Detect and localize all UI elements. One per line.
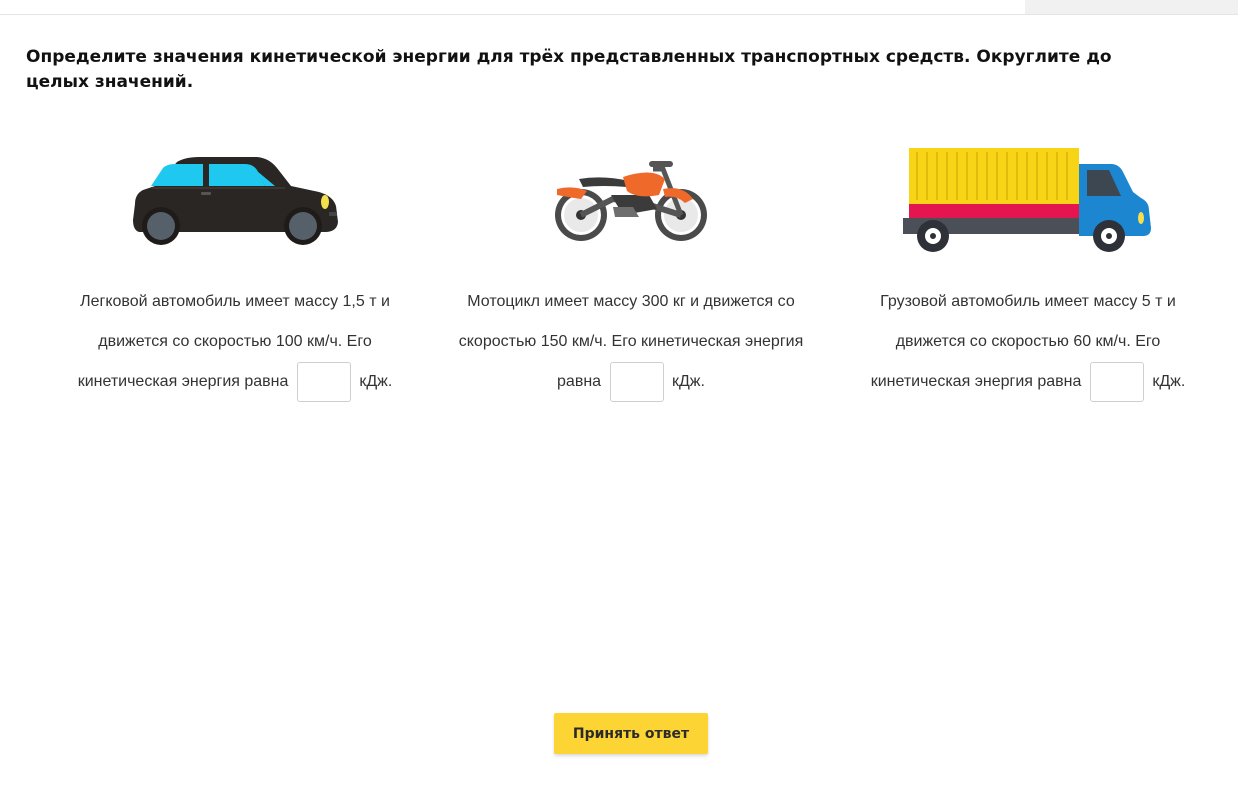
submit-answer-button[interactable]: Принять ответ <box>554 713 708 754</box>
car-image <box>62 140 408 260</box>
card-car-unit: кДж. <box>359 373 393 391</box>
card-motorcycle-text: Мотоцикл имеет массу 300 кг и движется с… <box>440 282 822 402</box>
car-icon <box>133 157 338 245</box>
motorcycle-icon <box>555 161 707 241</box>
card-motorcycle: Мотоцикл имеет массу 300 кг и движется с… <box>440 140 822 402</box>
top-bar-panel <box>1025 0 1238 14</box>
motorcycle-image <box>440 140 822 260</box>
card-motorcycle-unit: кДж. <box>671 373 705 391</box>
card-truck-text: Грузовой автомобиль имеет массу 5 т и дв… <box>862 282 1194 402</box>
card-truck-unit: кДж. <box>1152 373 1186 391</box>
top-bar <box>0 0 1238 15</box>
motorcycle-energy-input[interactable] <box>609 362 664 402</box>
truck-image <box>862 140 1194 260</box>
truck-energy-input[interactable] <box>1089 362 1144 402</box>
truck-icon <box>903 148 1151 252</box>
question-text: Определите значения кинетической энергии… <box>26 47 1112 92</box>
card-truck: Грузовой автомобиль имеет массу 5 т и дв… <box>862 140 1194 402</box>
card-car: Легковой автомобиль имеет массу 1,5 т и … <box>62 140 408 402</box>
card-car-text: Легковой автомобиль имеет массу 1,5 т и … <box>62 282 408 402</box>
car-energy-input[interactable] <box>296 362 351 402</box>
